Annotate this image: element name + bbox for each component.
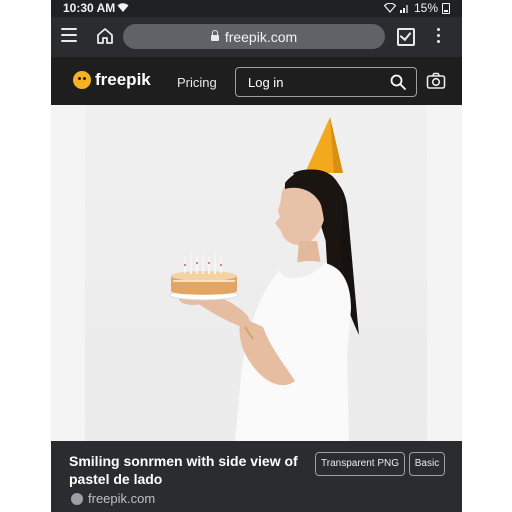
status-right-cluster: 15% [383, 1, 450, 15]
woman-with-cake-photo[interactable] [85, 105, 427, 441]
site-header: freepik Pricing Log in [51, 57, 462, 105]
checkbox-icon[interactable] [397, 28, 415, 46]
wifi-icon [117, 2, 129, 16]
lock-icon [210, 30, 219, 41]
login-label: Log in [248, 75, 284, 90]
battery-icon [442, 2, 450, 14]
source-site-icon [71, 492, 83, 505]
wifi-signal-icon [383, 3, 396, 13]
pricing-link[interactable]: Pricing [177, 75, 217, 90]
image-source[interactable]: freepik.com [71, 491, 155, 506]
image-info-card: Smiling sonrmen with side view of pastel… [51, 441, 462, 512]
login-search-box[interactable]: Log in [235, 67, 417, 97]
home-icon[interactable] [95, 26, 115, 46]
cell-signal-icon [399, 5, 408, 13]
status-time: 10:30 AM [63, 1, 116, 15]
menu-icon[interactable] [61, 28, 77, 42]
phone-screen: 10:30 AM 15% freepik.com freepik Pricing [51, 0, 462, 512]
image-preview-area [51, 105, 462, 441]
source-site-label: freepik.com [88, 491, 156, 506]
status-bar: 10:30 AM 15% [51, 0, 462, 17]
tag-basic[interactable]: Basic [409, 452, 445, 476]
tag-transparent-png[interactable]: Transparent PNG [315, 452, 405, 476]
address-bar[interactable]: freepik.com [123, 24, 385, 49]
more-options-icon[interactable] [437, 28, 441, 46]
image-title[interactable]: Smiling sonrmen with side view of pastel… [69, 452, 299, 488]
freepik-logo-icon [73, 71, 91, 89]
battery-percent: 15% [413, 1, 438, 15]
freepik-logo[interactable]: freepik [73, 70, 151, 90]
browser-toolbar: freepik.com [51, 17, 462, 57]
address-bar-url: freepik.com [224, 28, 298, 45]
camera-icon[interactable] [426, 71, 446, 91]
search-icon[interactable] [390, 74, 406, 90]
logo-text: freepik [95, 70, 151, 89]
